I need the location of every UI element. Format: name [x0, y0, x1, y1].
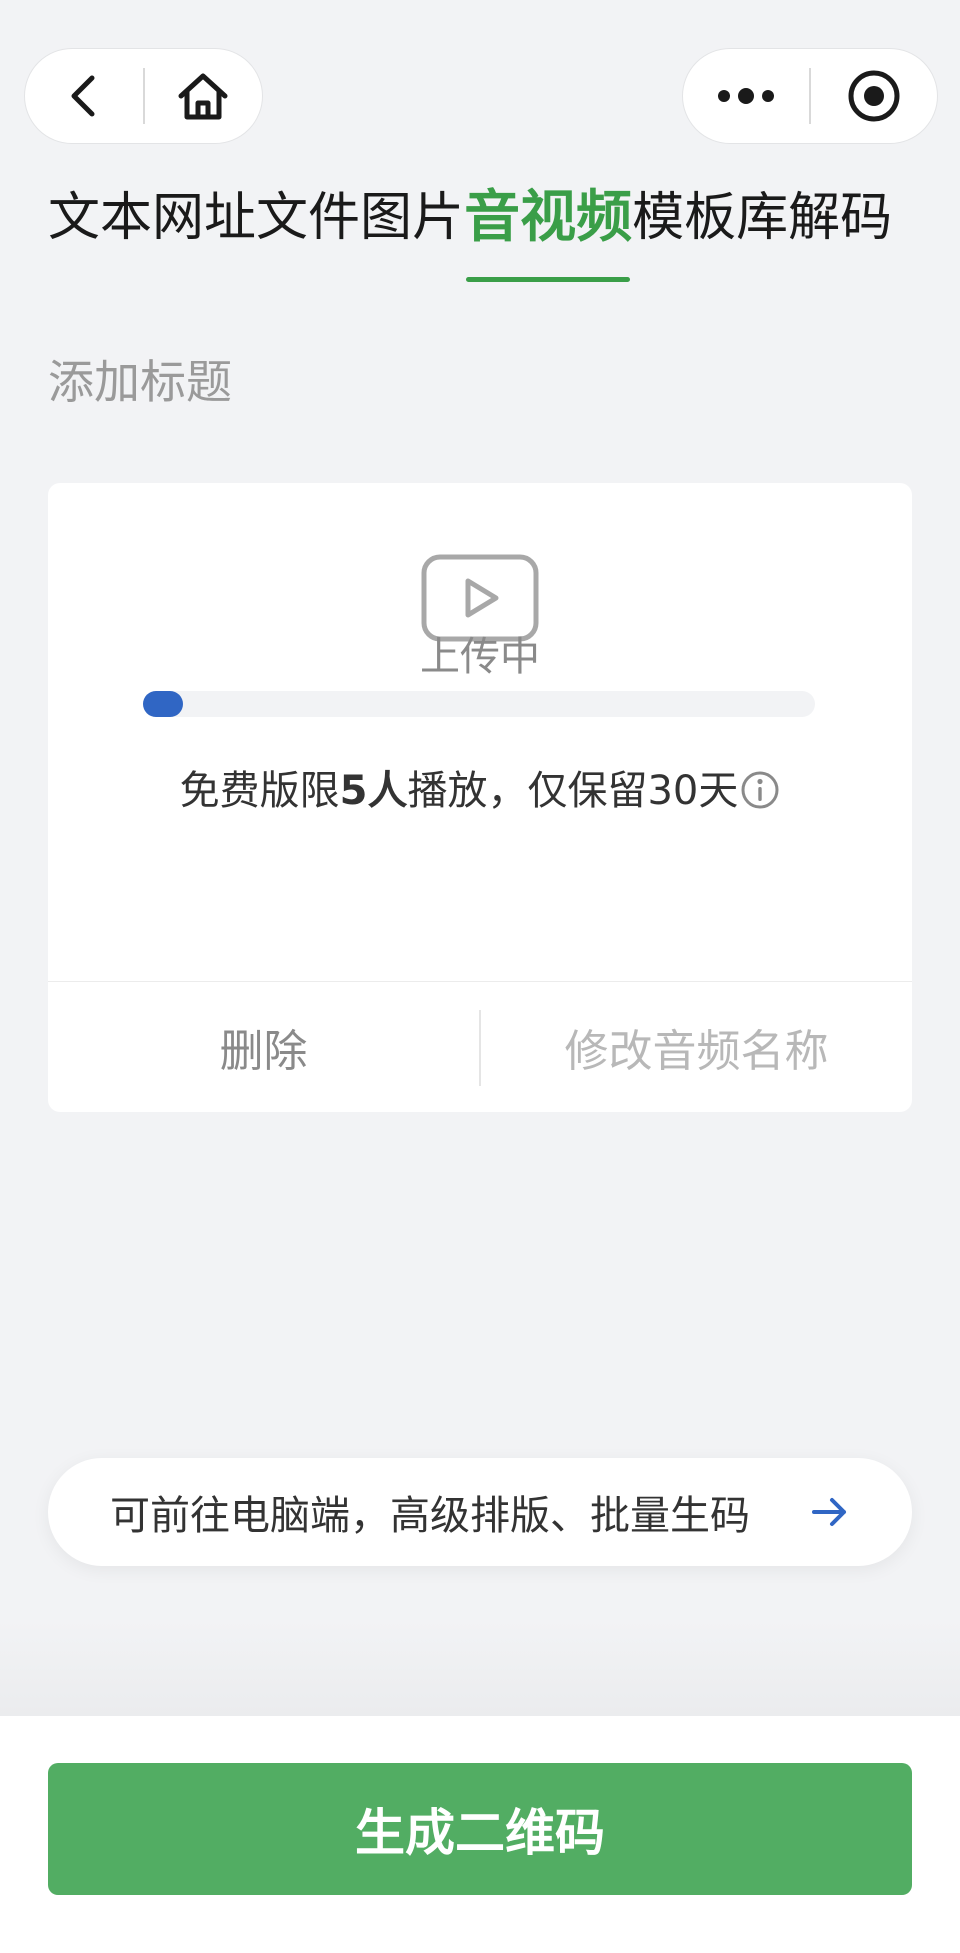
page: 文本 网址 文件 图片 音视频 模板库 解码 添加标题 上传中 免费版限5人播放…	[0, 0, 960, 1953]
limit-suffix: 播放，仅保留30天	[407, 768, 739, 814]
limit-count: 5人	[339, 768, 408, 814]
tab-template-library[interactable]: 模板库	[632, 182, 788, 254]
upload-card: 上传中 免费版限5人播放，仅保留30天 删除 修改音频名称	[48, 483, 912, 1112]
card-actions: 删除 修改音频名称	[48, 982, 912, 1112]
pc-tip-text: 可前往电脑端，高级排版、批量生码	[110, 1493, 750, 1539]
chevron-left-icon	[71, 75, 95, 117]
close-miniprogram-button[interactable]	[811, 49, 937, 143]
rename-audio-button[interactable]: 修改音频名称	[481, 982, 912, 1112]
arrow-right-icon	[812, 1498, 846, 1526]
more-dots-icon	[718, 88, 774, 104]
tab-url[interactable]: 网址	[152, 182, 256, 254]
target-circle-icon	[848, 70, 900, 122]
upload-status-text: 上传中	[420, 634, 540, 680]
nav-capsule-right	[682, 48, 938, 144]
tab-audio-video[interactable]: 音视频	[464, 182, 632, 282]
upload-progress-fill	[143, 691, 183, 717]
free-limit-notice: 免费版限5人播放，仅保留30天	[48, 763, 912, 819]
type-tabs: 文本 网址 文件 图片 音视频 模板库 解码	[48, 182, 918, 282]
generate-qrcode-button[interactable]: 生成二维码	[48, 1763, 912, 1895]
tab-image[interactable]: 图片	[360, 182, 464, 254]
pc-tip-banner[interactable]: 可前往电脑端，高级排版、批量生码	[48, 1458, 912, 1566]
home-button[interactable]	[145, 49, 263, 143]
bottom-fade	[0, 1620, 960, 1716]
title-input[interactable]: 添加标题	[48, 352, 232, 412]
nav-capsule-left	[24, 48, 263, 144]
upload-progress-bar	[143, 691, 815, 717]
delete-button[interactable]: 删除	[48, 982, 479, 1112]
tab-decode[interactable]: 解码	[788, 182, 892, 254]
more-button[interactable]	[683, 49, 809, 143]
home-icon	[178, 73, 228, 120]
limit-prefix: 免费版限	[179, 768, 340, 814]
info-circle-icon[interactable]	[740, 770, 780, 810]
tab-text[interactable]: 文本	[48, 182, 152, 254]
back-button[interactable]	[25, 49, 143, 143]
tab-file[interactable]: 文件	[256, 182, 360, 254]
